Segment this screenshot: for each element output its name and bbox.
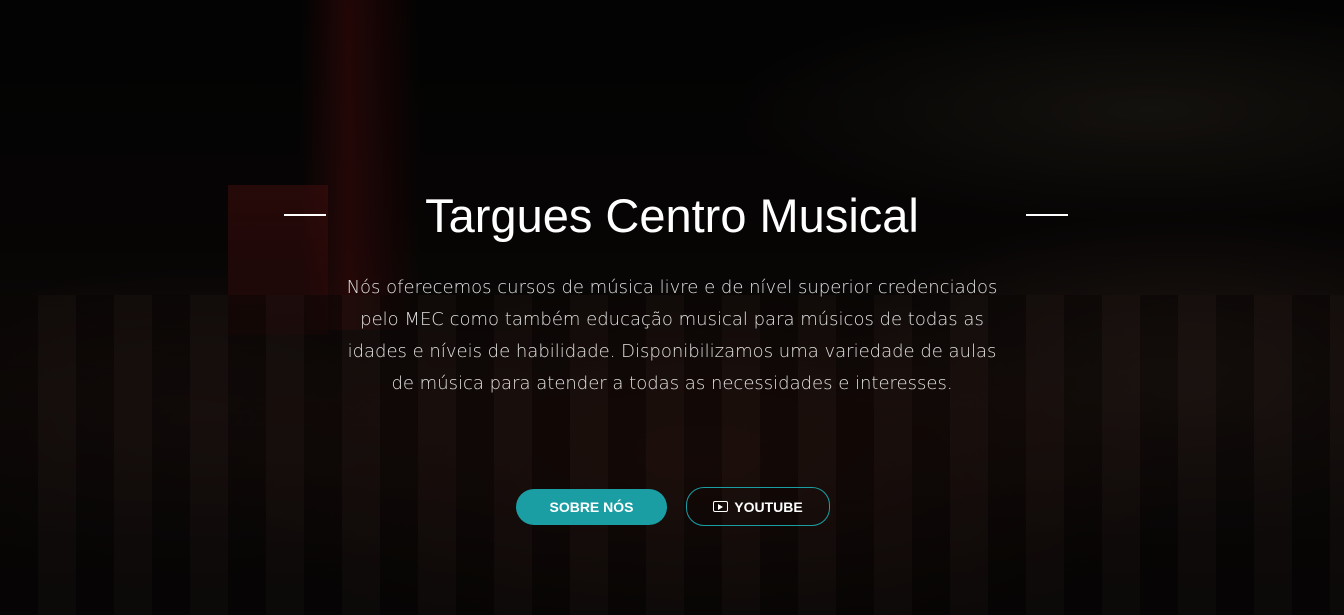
hero-section: Targues Centro Musical Nós oferecemos cu… <box>0 0 1344 615</box>
hero-title: Targues Centro Musical <box>425 189 919 242</box>
youtube-button[interactable]: YOUTUBE <box>686 487 830 526</box>
about-us-button[interactable]: SOBRE NÓS <box>516 489 667 525</box>
play-icon <box>713 501 729 512</box>
title-dash-right <box>1026 214 1068 216</box>
youtube-button-label: YOUTUBE <box>734 498 803 515</box>
title-row: Targues Centro Musical <box>0 188 1344 248</box>
about-us-button-label: SOBRE NÓS <box>549 499 634 515</box>
hero-description: Nós oferecemos cursos de música livre e … <box>346 277 998 394</box>
